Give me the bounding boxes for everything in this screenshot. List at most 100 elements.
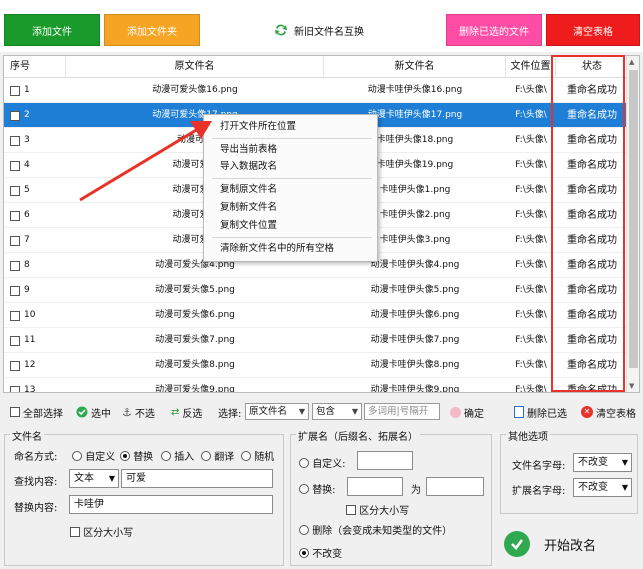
header-no[interactable]: 序号 <box>4 56 66 78</box>
clear-table-small-button[interactable]: ✕ 清空表格 <box>581 404 636 420</box>
row-number: 4 <box>10 153 60 178</box>
mode-custom-radio[interactable]: 自定义 <box>72 448 115 463</box>
checkbox-icon <box>10 407 20 417</box>
row-checkbox[interactable] <box>10 285 20 296</box>
vertical-scrollbar[interactable]: ▲ ▼ <box>626 56 639 392</box>
rename-status: 重命名成功 <box>567 85 617 96</box>
rename-status: 重命名成功 <box>567 260 617 271</box>
header-location[interactable]: 文件位置 <box>506 56 556 78</box>
deselect-button[interactable]: ⚓ 不选 <box>122 404 155 420</box>
row-number: 8 <box>10 253 60 278</box>
row-number: 6 <box>10 203 60 228</box>
add-folder-button[interactable]: 添加文件夹 <box>104 14 200 46</box>
menu-separator <box>212 138 372 139</box>
delete-selected-button[interactable]: 删除已选的文件 <box>446 14 542 46</box>
filename-case-select[interactable]: 不改变 ▼ <box>573 453 632 472</box>
header-old-name[interactable]: 原文件名 <box>66 56 324 78</box>
find-type-select[interactable]: 文本 ▼ <box>69 469 119 488</box>
row-checkbox[interactable] <box>10 360 20 371</box>
invert-button[interactable]: ⇄ 反选 <box>171 404 202 420</box>
other-panel-title: 其他选项 <box>506 428 550 443</box>
rename-status: 重命名成功 <box>567 360 617 371</box>
scroll-up-icon[interactable]: ▲ <box>629 58 634 66</box>
match-select[interactable]: 包含 ▼ <box>312 403 362 420</box>
select-button[interactable]: 选中 <box>76 404 111 420</box>
ext-replace-radio[interactable]: 替换: <box>299 481 336 496</box>
close-circle-icon: ✕ <box>581 406 593 418</box>
rename-status: 重命名成功 <box>567 310 617 321</box>
new-filename: 动漫卡哇伊头像9.png <box>370 385 460 393</box>
menu-open-location[interactable]: 打开文件所在位置 <box>220 120 296 134</box>
ext-custom-radio[interactable]: 自定义: <box>299 455 346 470</box>
menu-copy-new-name[interactable]: 复制新文件名 <box>220 201 277 215</box>
row-checkbox[interactable] <box>10 110 20 121</box>
row-number: 11 <box>10 328 60 353</box>
row-checkbox[interactable] <box>10 185 20 196</box>
menu-copy-location[interactable]: 复制文件位置 <box>220 219 277 233</box>
ext-case-select[interactable]: 不改变 ▼ <box>573 478 632 497</box>
ext-unchanged-radio[interactable]: 不改变 <box>299 545 342 560</box>
row-number: 2 <box>10 103 60 128</box>
header-status[interactable]: 状态 <box>556 56 628 78</box>
row-checkbox[interactable] <box>10 335 20 346</box>
mode-replace-radio[interactable]: 替换 <box>120 448 153 463</box>
menu-copy-old-name[interactable]: 复制原文件名 <box>220 183 277 197</box>
file-location: F:\头像\ <box>515 185 547 195</box>
swap-names-button[interactable]: 新旧文件名互换 <box>274 20 364 40</box>
table-row[interactable]: 10 动漫可爱头像6.png 动漫卡哇伊头像6.png F:\头像\ 重命名成功 <box>4 303 628 328</box>
ext-custom-input[interactable] <box>357 451 413 470</box>
row-checkbox[interactable] <box>10 310 20 321</box>
field-select[interactable]: 原文件名 ▼ <box>245 403 309 420</box>
rename-status: 重命名成功 <box>567 110 617 121</box>
table-row[interactable]: 1 动漫可爱头像16.png 动漫卡哇伊头像16.png F:\头像\ 重命名成功 <box>4 78 628 103</box>
mode-random-radio[interactable]: 随机 <box>241 448 274 463</box>
row-checkbox[interactable] <box>10 235 20 246</box>
row-checkbox[interactable] <box>10 385 20 392</box>
file-location: F:\头像\ <box>515 160 547 170</box>
row-checkbox[interactable] <box>10 160 20 171</box>
select-all-checkbox[interactable]: 全部选择 <box>10 404 63 420</box>
menu-export-table[interactable]: 导出当前表格 <box>220 143 277 157</box>
chevron-down-icon: ▼ <box>621 483 628 492</box>
scroll-thumb[interactable] <box>629 70 638 368</box>
table-row[interactable]: 11 动漫可爱头像7.png 动漫卡哇伊头像7.png F:\头像\ 重命名成功 <box>4 328 628 353</box>
keyword-input[interactable]: 多词用|号隔开 <box>364 403 440 420</box>
start-rename-button[interactable]: 开始改名 <box>500 524 632 564</box>
header-new-name[interactable]: 新文件名 <box>324 56 506 78</box>
replace-input[interactable]: 卡哇伊 <box>69 495 273 514</box>
row-checkbox[interactable] <box>10 135 20 146</box>
old-filename: 动漫可爱头像6.png <box>155 310 235 320</box>
mode-insert-radio[interactable]: 插入 <box>161 448 194 463</box>
row-number: 5 <box>10 178 60 203</box>
row-checkbox[interactable] <box>10 260 20 271</box>
file-location: F:\头像\ <box>515 385 547 393</box>
row-number: 1 <box>10 78 60 103</box>
confirm-button[interactable]: 确定 <box>450 404 484 420</box>
find-input[interactable]: 可爱 <box>121 469 273 488</box>
filename-case-checkbox[interactable]: 区分大小写 <box>70 524 133 539</box>
row-number: 12 <box>10 353 60 378</box>
menu-import-data[interactable]: 导入数据改名 <box>220 160 277 174</box>
menu-clear-spaces[interactable]: 清除新文件名中的所有空格 <box>220 242 334 256</box>
rename-status: 重命名成功 <box>567 385 617 393</box>
add-file-button[interactable]: 添加文件 <box>4 14 100 46</box>
clear-table-button[interactable]: 清空表格 <box>546 14 640 46</box>
ext-delete-radio[interactable]: 删除（会变成未知类型的文件） <box>299 522 452 537</box>
scroll-down-icon[interactable]: ▼ <box>629 382 634 390</box>
row-checkbox[interactable] <box>10 210 20 221</box>
selection-action-bar: 全部选择 选中 ⚓ 不选 ⇄ 反选 选择: 原文件名 ▼ 包含 ▼ 多词用|号隔开 … <box>0 400 643 424</box>
chevron-down-icon: ▼ <box>108 474 115 483</box>
rename-status: 重命名成功 <box>567 285 617 296</box>
ext-replace-input[interactable] <box>426 477 484 496</box>
ext-case-checkbox[interactable]: 区分大小写 <box>346 502 409 517</box>
delete-selected-small-button[interactable]: 删除已选 <box>514 404 567 420</box>
table-row[interactable]: 12 动漫可爱头像8.png 动漫卡哇伊头像8.png F:\头像\ 重命名成功 <box>4 353 628 378</box>
ext-find-input[interactable] <box>347 477 403 496</box>
choose-label: 选择: <box>218 408 242 420</box>
mode-translate-radio[interactable]: 翻译 <box>201 448 234 463</box>
table-row[interactable]: 9 动漫可爱头像5.png 动漫卡哇伊头像5.png F:\头像\ 重命名成功 <box>4 278 628 303</box>
chevron-down-icon: ▼ <box>621 458 628 467</box>
row-checkbox[interactable] <box>10 85 20 96</box>
table-row[interactable]: 13 动漫可爱头像9.png 动漫卡哇伊头像9.png F:\头像\ 重命名成功 <box>4 378 628 393</box>
new-filename: 动漫卡哇伊头像7.png <box>370 335 460 345</box>
